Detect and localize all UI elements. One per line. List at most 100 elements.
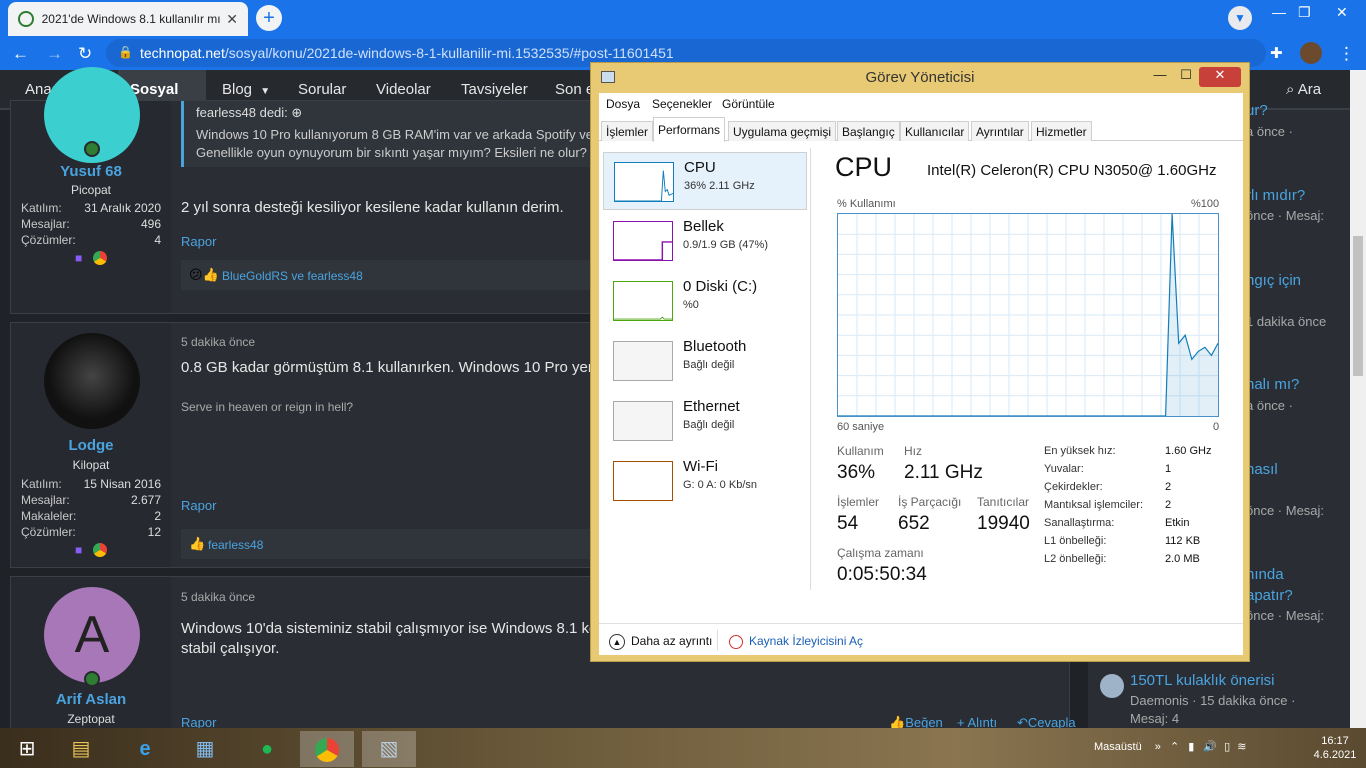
user-panel: A Arif Aslan Zeptopat [11,577,171,745]
task-manager-footer: ▲ Daha az ayrıntı Kaynak İzleyicisini Aç [599,623,1243,655]
stat-row: Katılım: 31 Aralık 2020 [21,201,161,215]
task-manager-icon[interactable]: ▧ [362,731,416,767]
tray-overflow-icon[interactable]: » [1155,741,1161,753]
reactions-users[interactable]: BlueGoldRS ve fearless48 [222,269,363,283]
spec-label: Sanallaştırma: [1044,517,1115,529]
minimize-icon[interactable]: — [1272,4,1286,20]
nav-videolar[interactable]: Videolar [376,81,431,98]
reactions-bar: 👍 fearless48 [181,529,601,559]
resource-bluetooth[interactable]: Bluetooth Bağlı değil [603,332,807,390]
search-button[interactable]: ⌕ Ara [1286,81,1321,98]
cpu-usage-graph [837,213,1219,417]
internet-explorer-icon[interactable]: e [118,731,172,767]
resource-detail: 0.9/1.9 GB (47%) [683,239,768,251]
back-icon[interactable]: ← [12,44,29,64]
avatar[interactable] [44,333,140,429]
nav-blog[interactable]: Blog ▼ [222,81,270,98]
spotify-icon[interactable]: ● [240,731,294,767]
tab-islemler[interactable]: İşlemler [601,121,654,141]
search-icon: ⌕ [1286,81,1295,98]
quote-header[interactable]: fearless48 dedi: ⊕ [196,105,302,121]
forward-icon[interactable]: → [46,44,63,64]
close-window-icon[interactable]: ✕ [1336,4,1348,21]
lock-icon: 🔒 [118,45,133,59]
graph-span-label: 60 saniye [837,421,885,433]
thread-title-fragment[interactable]: apatır? [1246,587,1293,604]
tab-uygulama-gecmisi[interactable]: Uygulama geçmişi [728,121,837,141]
menu-goruntule[interactable]: Görüntüle [722,97,775,111]
post-time[interactable]: 5 dakika önce [181,335,255,349]
restore-icon[interactable]: ❐ [1298,4,1311,21]
page-scrollbar[interactable] [1350,70,1366,728]
menu-dosya[interactable]: Dosya [606,97,640,111]
online-status-icon [84,141,100,157]
thread-title-fragment[interactable]: ngıç için [1246,272,1301,289]
volume-icon[interactable]: 🔊 [1203,741,1217,753]
start-button[interactable]: ⊞ [0,731,54,767]
speed-label: Hız [904,444,922,458]
tab-title: 2021'de Windows 8.1 kullanılır mı [41,12,221,26]
show-hidden-icons[interactable]: ⌃ [1170,741,1179,753]
nav-sorular[interactable]: Sorular [298,81,346,98]
thread-title-fragment[interactable]: nında [1246,566,1284,583]
avatar[interactable] [1100,674,1124,698]
avatar[interactable]: A [44,587,140,683]
chrome-icon[interactable] [300,731,354,767]
resource-monitor-link[interactable]: Kaynak İzleyicisini Aç [729,634,863,649]
username[interactable]: Yusuf 68 [11,163,171,180]
tab-hizmetler[interactable]: Hizmetler [1031,121,1092,141]
thread-title[interactable]: 150TL kulaklık önerisi [1130,672,1275,689]
spec-value: 112 KB [1165,535,1201,547]
nav-son[interactable]: Son e [555,81,594,98]
new-tab-button[interactable]: + [256,5,282,31]
resource-disk[interactable]: 0 Diski (C:) %0 [603,272,807,330]
thread-title-fragment[interactable]: nalı mı? [1246,376,1299,393]
file-explorer-icon[interactable]: ▤ [54,731,108,767]
resource-memory[interactable]: Bellek 0.9/1.9 GB (47%) [603,212,807,270]
report-link[interactable]: Rapor [181,234,216,249]
quote-block: fearless48 dedi: ⊕ Windows 10 Pro kullan… [181,101,601,167]
post-time[interactable]: 5 dakika önce [181,590,255,604]
user-panel: Yusuf 68 Picopat Katılım: 31 Aralık 2020 … [11,67,171,313]
fewer-details-button[interactable]: ▲ Daha az ayrıntı [609,634,712,650]
browser-tab[interactable]: 2021'de Windows 8.1 kullanılır mı ✕ [8,2,248,36]
tab-performans[interactable]: Performans [653,117,726,142]
processes-label: İşlemler [837,495,880,509]
menu-bar: Dosya Seçenekler Görüntüle [599,93,1243,115]
wifi-icon[interactable]: ≋ [1237,741,1246,753]
reactions-users[interactable]: fearless48 [208,538,263,552]
profile-dropdown-icon[interactable]: ▼ [1228,6,1252,30]
username[interactable]: Arif Aslan [11,691,171,708]
tab-ayrintilar[interactable]: Ayrıntılar [971,121,1029,141]
task-manager-body: Dosya Seçenekler Görüntüle İşlemler Perf… [599,93,1243,655]
report-link[interactable]: Rapor [181,498,216,513]
quote-text-2: Genellikle oyun oynuyorum bir sıkıntı ya… [196,145,587,160]
extensions-icon[interactable]: ✚ [1270,44,1283,62]
close-tab-icon[interactable]: ✕ [226,11,238,28]
resource-monitor-icon [729,634,743,649]
menu-icon[interactable]: ⋮ [1338,44,1355,64]
online-status-icon [84,671,100,687]
reload-icon[interactable]: ↻ [78,44,92,64]
stat-value: 496 [140,217,161,231]
thread-title-fragment[interactable]: rlı mıdır? [1246,187,1305,204]
tab-strip: İşlemler Performans Uygulama geçmişi Baş… [599,117,1243,142]
close-icon[interactable]: ✕ [1199,67,1241,87]
clock[interactable]: 16:17 4.6.2021 [1310,734,1360,762]
resource-wifi[interactable]: Wi-Fi G: 0 A: 0 Kb/sn [603,452,807,510]
battery-icon[interactable]: ▯ [1224,741,1230,753]
resource-cpu[interactable]: CPU 36% 2.11 GHz [603,152,807,210]
menu-secenekler[interactable]: Seçenekler [652,97,712,111]
control-panel-icon[interactable]: ▦ [178,731,232,767]
nav-tavsiyeler[interactable]: Tavsiyeler [461,81,528,98]
scrollbar-thumb[interactable] [1353,236,1363,376]
thread-title-fragment[interactable]: nasıl [1246,461,1278,478]
resource-ethernet[interactable]: Ethernet Bağlı değil [603,392,807,450]
reaction-icons: 😕👍 [189,267,219,282]
network-icon[interactable]: ▮ [1188,741,1194,753]
tab-baslangic[interactable]: Başlangıç [837,121,900,141]
tab-kullanicilar[interactable]: Kullanıcılar [900,121,970,141]
desktop-toolbar-label[interactable]: Masaüstü [1094,741,1142,753]
username[interactable]: Lodge [11,437,171,454]
avatar[interactable] [1300,42,1322,64]
